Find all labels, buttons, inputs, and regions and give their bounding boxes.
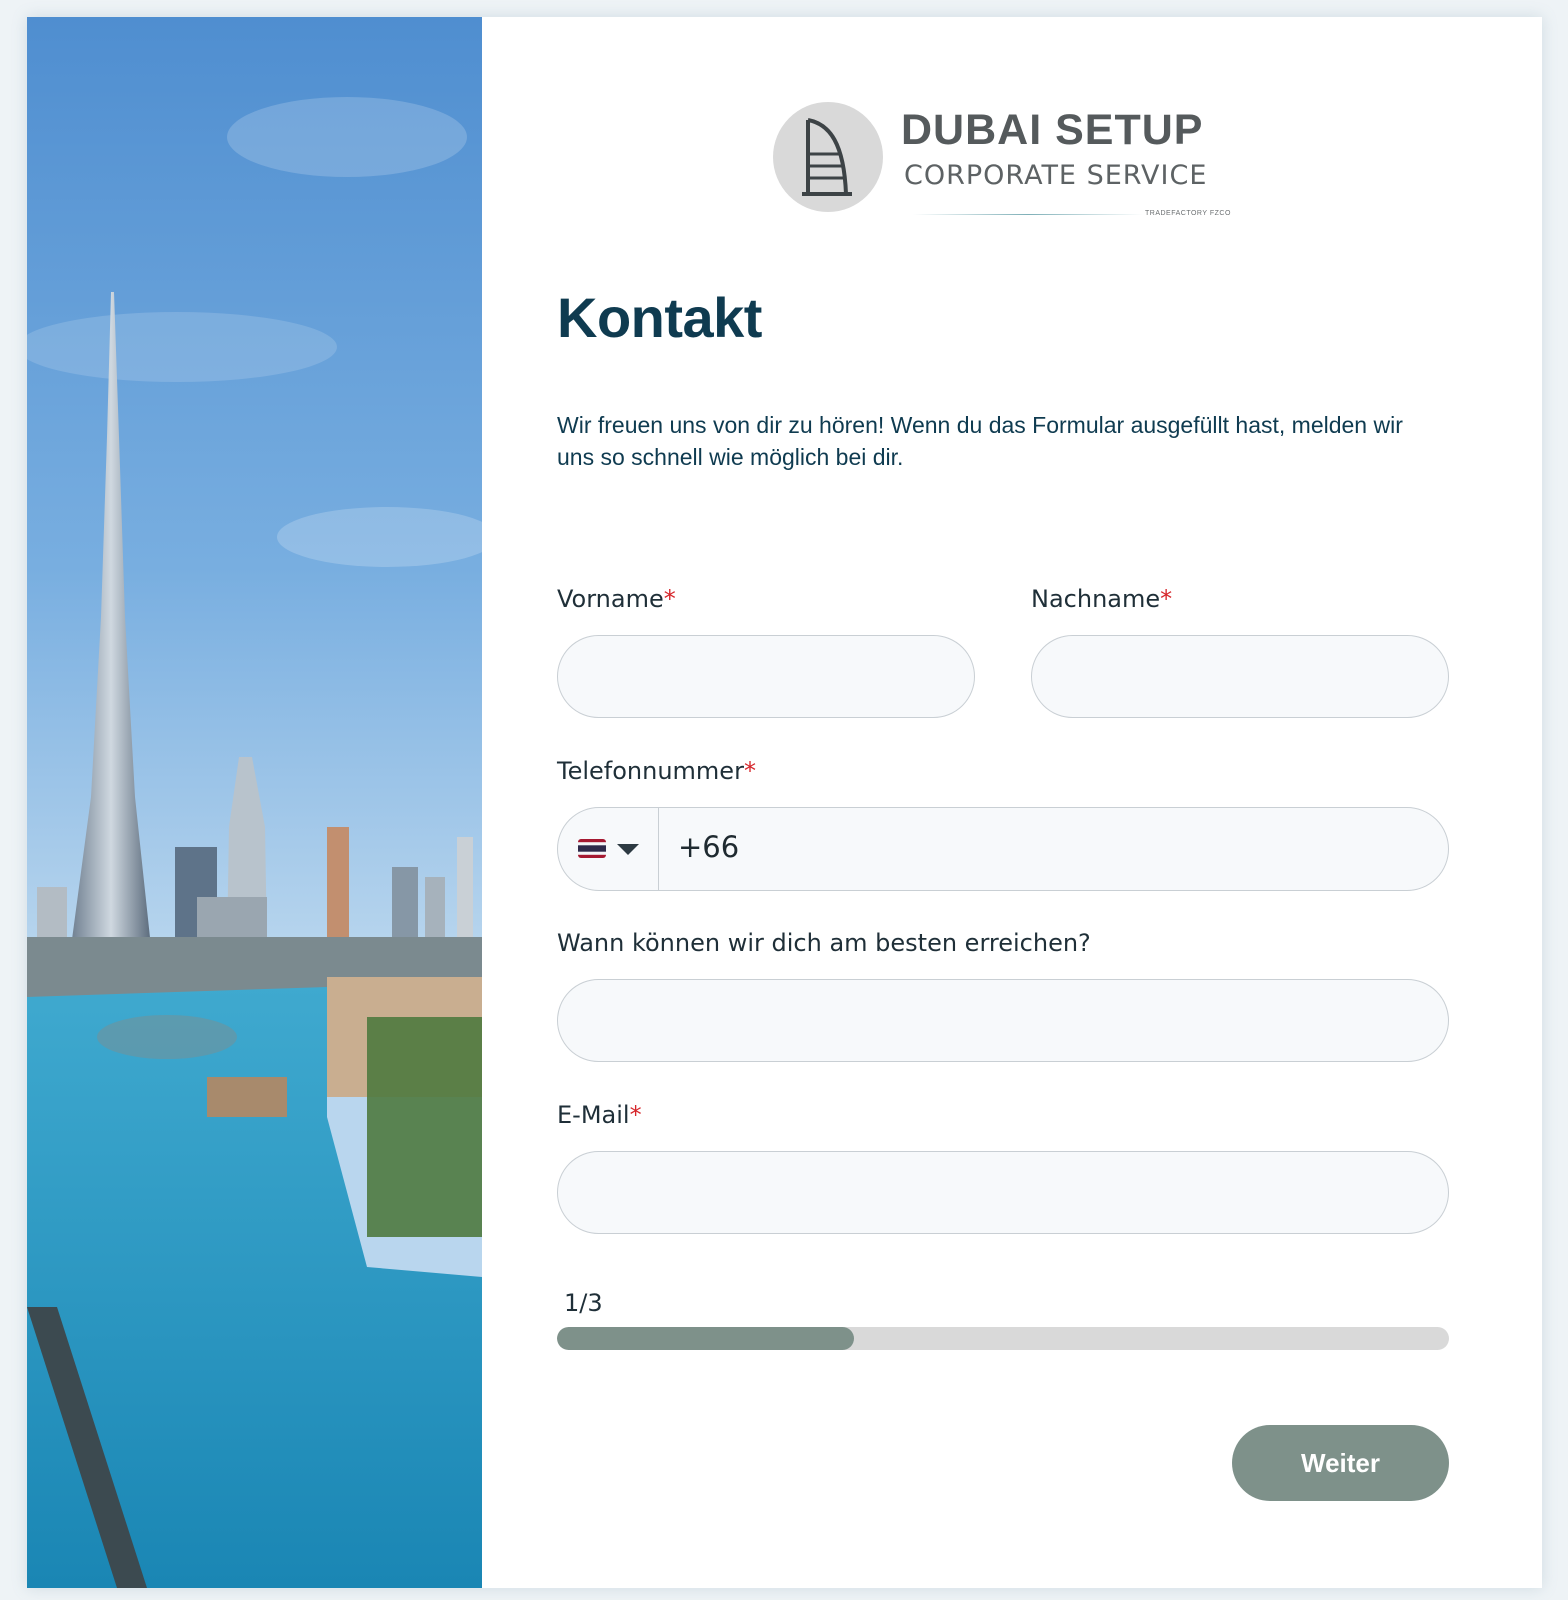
required-mark: * xyxy=(1160,585,1173,613)
phone-number-input[interactable]: +66 xyxy=(678,830,739,864)
logo-subtitle: CORPORATE SERVICE xyxy=(904,160,1208,191)
last-name-input[interactable] xyxy=(1031,635,1449,718)
last-name-label-text: Nachname xyxy=(1031,585,1161,613)
step-indicator: 1/3 xyxy=(564,1289,603,1317)
burj-al-arab-icon xyxy=(773,102,883,212)
dubai-skyline-image xyxy=(27,17,482,1588)
next-button[interactable]: Weiter xyxy=(1232,1425,1449,1501)
progress-bar-fill xyxy=(557,1327,855,1350)
phone-label-text: Telefonnummer xyxy=(557,757,744,785)
chevron-down-icon xyxy=(617,844,639,855)
required-mark: * xyxy=(663,585,676,613)
best-time-input[interactable] xyxy=(557,979,1449,1062)
email-label: E-Mail* xyxy=(557,1101,642,1129)
logo-company-name: TRADEFACTORY FZCO xyxy=(1145,210,1231,217)
first-name-input[interactable] xyxy=(557,635,975,718)
logo-divider xyxy=(913,214,1143,215)
last-name-label: Nachname* xyxy=(1031,585,1172,613)
required-mark: * xyxy=(629,1101,642,1129)
page-title: Kontakt xyxy=(557,286,762,349)
email-label-text: E-Mail xyxy=(557,1101,630,1129)
contact-card: DUBAI SETUP CORPORATE SERVICE TRADEFACTO… xyxy=(27,17,1542,1588)
first-name-label-text: Vorname xyxy=(557,585,664,613)
thailand-flag-icon xyxy=(578,839,606,858)
best-time-label: Wann können wir dich am besten erreichen… xyxy=(557,929,1091,957)
progress-bar xyxy=(557,1327,1449,1350)
phone-label: Telefonnummer* xyxy=(557,757,756,785)
intro-text: Wir freuen uns von dir zu hören! Wenn du… xyxy=(557,412,1403,470)
first-name-label: Vorname* xyxy=(557,585,676,613)
company-logo: DUBAI SETUP CORPORATE SERVICE TRADEFACTO… xyxy=(773,102,1253,217)
required-mark: * xyxy=(743,757,756,785)
email-input[interactable] xyxy=(557,1151,1449,1234)
phone-input-group: +66 xyxy=(557,807,1449,891)
country-code-select[interactable] xyxy=(558,808,659,890)
logo-title: DUBAI SETUP xyxy=(901,106,1204,154)
